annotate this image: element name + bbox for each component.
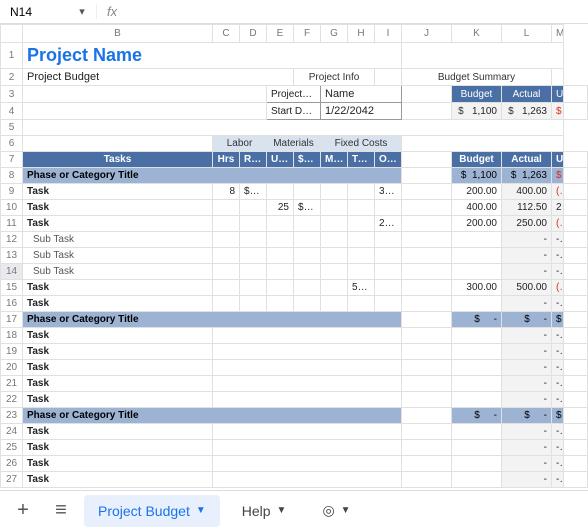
fx-icon: fx: [96, 4, 127, 19]
col-units: Units: [267, 152, 294, 168]
col-actual: Actual: [502, 152, 552, 168]
project-subtitle[interactable]: Project Budget: [23, 69, 294, 86]
chevron-down-icon[interactable]: ▼: [196, 505, 206, 516]
labor-group-header: Labor: [213, 136, 267, 152]
summary-under-hdr: Under(Over): [552, 86, 564, 103]
chevron-down-icon[interactable]: ▼: [341, 505, 351, 516]
summary-under-val[interactable]: $ (165): [552, 103, 564, 120]
fixed-group-header: Fixed Costs: [321, 136, 402, 152]
project-lead-value[interactable]: Name: [321, 86, 402, 103]
eye-icon: ◎: [322, 502, 334, 519]
col-underover: Under(Over): [552, 152, 564, 168]
task-cell[interactable]: Task: [23, 184, 213, 200]
budget-summary-heading: Budget Summary: [402, 69, 552, 86]
sheet-tab-label: Project Budget: [98, 503, 190, 519]
formula-input[interactable]: [127, 3, 584, 21]
col-tasks: Tasks: [23, 152, 213, 168]
project-info-heading: Project Info: [294, 69, 375, 86]
col-hrs: Hrs: [213, 152, 240, 168]
name-box-dropdown[interactable]: ▾: [74, 5, 90, 18]
explore-tab[interactable]: ◎ ▼: [308, 494, 364, 527]
start-date-value[interactable]: 1/22/2042: [321, 103, 402, 120]
help-tab[interactable]: Help ▼: [228, 495, 301, 527]
col-material: Material: [321, 152, 348, 168]
column-headers[interactable]: B C D E F G H I J K L M: [1, 25, 588, 43]
sheet-tab-active[interactable]: Project Budget ▼: [84, 495, 220, 527]
col-other: Other: [375, 152, 402, 168]
formula-bar: ▾ fx: [0, 0, 588, 24]
summary-budget-val[interactable]: $ 1,100: [452, 103, 502, 120]
sheet-tab-bar: + ≡ Project Budget ▼ Help ▼ ◎ ▼: [0, 490, 588, 530]
col-budget: Budget: [452, 152, 502, 168]
phase-title[interactable]: Phase or Category Title: [23, 168, 402, 184]
summary-actual-val[interactable]: $ 1,263: [502, 103, 552, 120]
col-rate: Rate: [240, 152, 267, 168]
phase-title[interactable]: Phase or Category Title: [23, 408, 402, 424]
project-lead-label: Project Lead:: [267, 86, 321, 103]
add-sheet-button[interactable]: +: [8, 499, 38, 522]
phase-title[interactable]: Phase or Category Title: [23, 312, 402, 328]
col-travel: Travel: [348, 152, 375, 168]
summary-budget-hdr: Budget: [452, 86, 502, 103]
spreadsheet-grid[interactable]: B C D E F G H I J K L M 1 Project Name 2…: [0, 24, 588, 488]
project-title[interactable]: Project Name: [23, 43, 402, 69]
materials-group-header: Materials: [267, 136, 321, 152]
name-box[interactable]: [4, 3, 74, 21]
col-perunit: $/Unit: [294, 152, 321, 168]
row-header[interactable]: 1: [1, 43, 23, 69]
chevron-down-icon[interactable]: ▼: [277, 505, 287, 516]
start-date-label: Start Date:: [267, 103, 321, 120]
summary-actual-hdr: Actual: [502, 86, 552, 103]
all-sheets-button[interactable]: ≡: [46, 499, 76, 522]
